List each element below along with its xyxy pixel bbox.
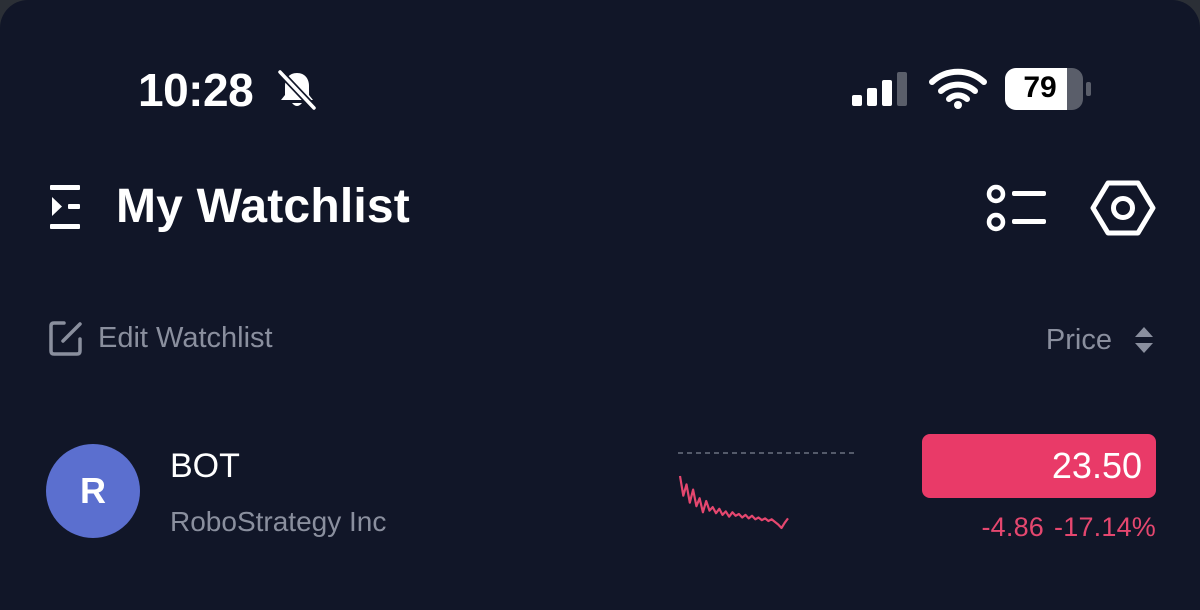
change-percent: -17.14%	[1054, 512, 1156, 542]
settings-icon[interactable]	[1090, 178, 1156, 238]
avatar: R	[46, 444, 140, 538]
bell-slash-icon	[276, 68, 318, 112]
change-amount: -4.86	[981, 512, 1045, 542]
price-sort-button[interactable]: Price	[1046, 320, 1156, 360]
watchlist-screen: 10:28 79 My Watchlist Edit Watchlist Pri…	[0, 0, 1200, 610]
company-name: RoboStrategy Inc	[170, 506, 387, 537]
price-badge: 23.50	[922, 434, 1156, 498]
ticker-symbol: BOT	[170, 447, 240, 485]
menu-collapse-icon[interactable]	[48, 182, 88, 232]
price-change: -4.86 -17.14%	[981, 510, 1156, 544]
page-title: My Watchlist	[116, 180, 410, 233]
price-column-label: Price	[1045, 324, 1112, 356]
price-sparkline	[678, 452, 858, 530]
edit-icon	[49, 321, 82, 356]
cellular-signal-icon	[852, 72, 907, 106]
sparkline-series-line	[678, 475, 789, 530]
wifi-icon	[929, 68, 987, 109]
sort-icon	[1135, 327, 1153, 353]
edit-watchlist-label: Edit Watchlist	[98, 322, 273, 354]
list-view-icon[interactable]	[984, 182, 1050, 234]
status-time: 10:28	[138, 64, 254, 116]
battery-percent: 79	[1023, 71, 1057, 104]
edit-watchlist-button[interactable]: Edit Watchlist	[48, 318, 273, 358]
